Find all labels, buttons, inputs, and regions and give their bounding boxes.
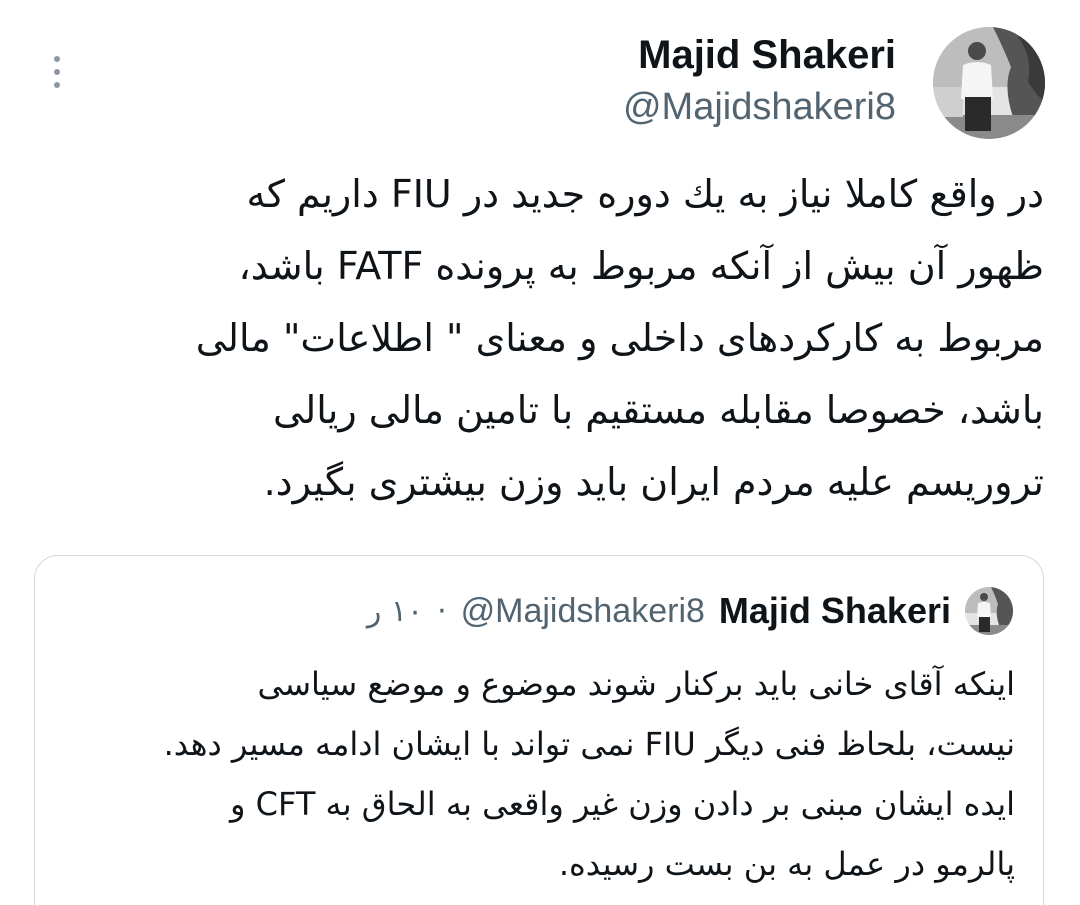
- tweet-text-line: باشد، خصوصا مقابله مستقیم با تامین مالی …: [272, 388, 1044, 432]
- quoted-tweet[interactable]: Majid Shakeri @Majidshakeri8 · ۱۰ ر اینک…: [34, 555, 1044, 905]
- author-handle[interactable]: @Majidshakeri8: [623, 84, 896, 130]
- author-info[interactable]: Majid Shakeri @Majidshakeri8: [623, 30, 896, 130]
- tweet: Majid Shakeri @Majidshakeri8 در واقع کام…: [0, 0, 1080, 905]
- quoted-avatar-photo: [965, 587, 1013, 635]
- more-vertical-icon: [54, 56, 60, 62]
- quoted-text-line: اینکه آقای خانی باید برکنار شوند موضوع و…: [257, 665, 1015, 703]
- tweet-text-line: مربوط به کارکردهای داخلی و معنای " اطلاع…: [195, 316, 1044, 360]
- tweet-text-line: ظهور آن بیش از آنکه مربوط به پرونده FATF…: [238, 244, 1044, 288]
- quoted-text-line: نیست، بلحاظ فنی دیگر FIU نمی تواند با ای…: [163, 725, 1015, 763]
- quoted-author-name[interactable]: Majid Shakeri: [719, 590, 951, 632]
- more-vertical-icon-dot: [54, 69, 60, 75]
- tweet-text: در واقع کاملا نیاز به یك دوره جدید در FI…: [84, 158, 1044, 518]
- quoted-timestamp[interactable]: ۱۰ ر: [367, 594, 423, 629]
- quoted-tweet-header: Majid Shakeri @Majidshakeri8 · ۱۰ ر: [367, 586, 1013, 636]
- quoted-text-line: پالرمو در عمل به بن بست رسیده.: [558, 845, 1015, 883]
- avatar[interactable]: [933, 27, 1045, 139]
- quoted-avatar[interactable]: [965, 587, 1013, 635]
- tweet-text-line: در واقع کاملا نیاز به یك دوره جدید در FI…: [246, 172, 1044, 216]
- author-name[interactable]: Majid Shakeri: [623, 30, 896, 80]
- avatar-photo: [933, 27, 1045, 139]
- more-options-button[interactable]: [40, 52, 74, 92]
- quoted-tweet-text: اینکه آقای خانی باید برکنار شوند موضوع و…: [65, 654, 1015, 894]
- separator-dot: ·: [437, 593, 447, 629]
- tweet-text-line: تروریسم علیه مردم ایران باید وزن بیشتری …: [263, 460, 1044, 504]
- quoted-text-line: ایده ایشان مبنی بر دادن وزن غیر واقعی به…: [230, 785, 1015, 823]
- quoted-author-handle[interactable]: @Majidshakeri8: [461, 592, 705, 631]
- more-vertical-icon-dot: [54, 82, 60, 88]
